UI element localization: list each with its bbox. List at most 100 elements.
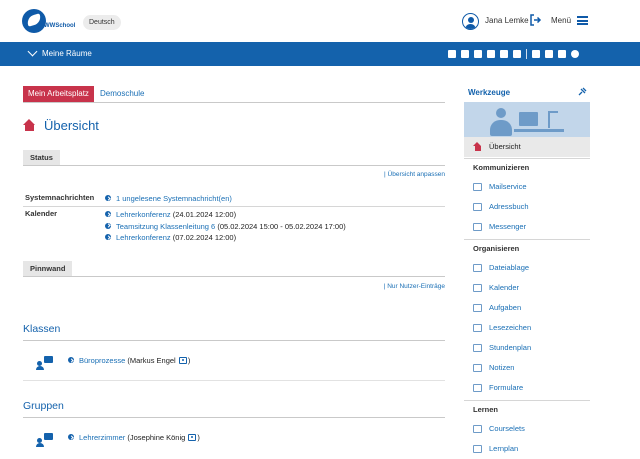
sidebar-item-tasks[interactable]: Aufgaben bbox=[464, 298, 590, 318]
enter-icon[interactable] bbox=[532, 50, 540, 58]
form-icon bbox=[473, 384, 482, 392]
sidebar-category-organize: Organisieren bbox=[464, 239, 590, 257]
wwschool-logo[interactable]: WWSchool bbox=[22, 9, 78, 35]
sidebar-item-notes[interactable]: Notizen bbox=[464, 358, 590, 378]
status-key: Kalender bbox=[25, 209, 58, 218]
my-rooms-toggle[interactable]: Meine Räume bbox=[42, 49, 92, 58]
arrow-icon bbox=[105, 222, 111, 229]
sidebar-item-timetable[interactable]: Stundenplan bbox=[464, 338, 590, 358]
folder-icon bbox=[473, 264, 482, 272]
hamburger-menu-icon[interactable] bbox=[577, 16, 588, 25]
language-selector[interactable]: Deutsch bbox=[83, 15, 121, 30]
note-icon bbox=[473, 364, 482, 372]
pencil-icon[interactable] bbox=[487, 50, 495, 58]
messenger-icon bbox=[473, 223, 482, 231]
page-title-text: Übersicht bbox=[44, 117, 99, 133]
sidebar-item-bookmarks[interactable]: Lesezeichen bbox=[464, 318, 590, 338]
sidebar-item-label: Stundenplan bbox=[489, 343, 532, 352]
page-title: Übersicht bbox=[23, 116, 99, 134]
calendar-event-link[interactable]: Lehrerkonferenz bbox=[116, 210, 171, 219]
home-icon bbox=[473, 142, 482, 151]
logo-circle-icon bbox=[22, 9, 46, 33]
top-header: WWSchool Deutsch Jana Lemke Menü bbox=[0, 0, 640, 42]
sidebar-item-label: Übersicht bbox=[489, 142, 521, 151]
sitemap-icon[interactable] bbox=[545, 50, 553, 58]
groups-title: Gruppen bbox=[23, 400, 64, 412]
sidebar-item-calendar[interactable]: Kalender bbox=[464, 278, 590, 298]
group-link[interactable]: Lehrerzimmer bbox=[79, 433, 125, 442]
sidebar-item-messenger[interactable]: Messenger bbox=[464, 217, 590, 237]
people-icon[interactable] bbox=[461, 50, 469, 58]
sidebar-item-mailservice[interactable]: Mailservice bbox=[464, 177, 590, 197]
arrow-icon bbox=[68, 357, 74, 363]
workplace-illustration bbox=[464, 102, 590, 142]
mail-icon[interactable] bbox=[474, 50, 482, 58]
arrow-icon bbox=[105, 234, 111, 240]
pinnwand-section-header: Pinnwand bbox=[23, 261, 445, 277]
class-owner: (Markus Engel bbox=[127, 356, 176, 365]
logo-text: WWSchool bbox=[44, 23, 76, 29]
menu-label[interactable]: Menü bbox=[551, 16, 571, 25]
event-date: (07.02.2024 12:00) bbox=[170, 233, 237, 242]
sidebar-item-courselets[interactable]: Courselets bbox=[464, 419, 590, 439]
contact-card-icon[interactable] bbox=[188, 434, 197, 441]
tools-sidebar: Werkzeuge Übersicht Kommunizieren Mailse… bbox=[464, 85, 590, 459]
help-icon[interactable] bbox=[571, 50, 579, 58]
sidebar-item-addressbook[interactable]: Adressbuch bbox=[464, 197, 590, 217]
closing-paren: ) bbox=[197, 433, 200, 442]
user-avatar-icon[interactable] bbox=[462, 13, 479, 30]
sidebar-item-label: Mailservice bbox=[489, 182, 527, 191]
bookmark-icon bbox=[473, 324, 482, 332]
checklist-icon bbox=[473, 304, 482, 312]
rooms-bar: Meine Räume bbox=[0, 42, 640, 66]
print-icon[interactable] bbox=[558, 50, 566, 58]
calendar-event-link[interactable]: Teamsitzung Klassenleitung 6 bbox=[116, 222, 215, 231]
calendar-icon bbox=[473, 284, 482, 292]
sidebar-item-overview[interactable]: Übersicht bbox=[464, 137, 590, 157]
sidebar-item-label: Messenger bbox=[489, 222, 527, 231]
courselet-icon bbox=[473, 425, 482, 433]
group-item: Lehrerzimmer (Josephine König ) bbox=[68, 433, 200, 442]
sidebar-item-learning-plan[interactable]: Lernplan bbox=[464, 439, 590, 459]
user-name[interactable]: Jana Lemke bbox=[485, 16, 529, 25]
bookmark-icon[interactable] bbox=[513, 50, 521, 58]
chevron-down-icon[interactable] bbox=[27, 46, 38, 57]
sidebar-item-label: Dateiablage bbox=[489, 263, 530, 272]
mail-icon bbox=[473, 183, 482, 191]
sidebar-item-files[interactable]: Dateiablage bbox=[464, 258, 590, 278]
user-entries-only-link[interactable]: Nur Nutzer-Einträge bbox=[384, 283, 445, 290]
status-key: Systemnachrichten bbox=[25, 193, 95, 202]
divider bbox=[23, 206, 445, 207]
logout-icon[interactable] bbox=[530, 14, 542, 26]
quick-icons bbox=[448, 49, 579, 59]
status-heading: Status bbox=[23, 150, 60, 165]
pin-icon[interactable] bbox=[578, 87, 587, 96]
tab-demoschule[interactable]: Demoschule bbox=[100, 86, 144, 102]
divider bbox=[23, 380, 445, 381]
sidebar-item-label: Adressbuch bbox=[489, 202, 529, 211]
class-link[interactable]: Büroprozesse bbox=[79, 356, 125, 365]
group-owner: (Josephine König bbox=[127, 433, 186, 442]
pin-icon[interactable] bbox=[448, 50, 456, 58]
event-date: (05.02.2024 15:00 - 05.02.2024 17:00) bbox=[215, 221, 346, 231]
customize-overview-link[interactable]: Übersicht anpassen bbox=[384, 171, 445, 178]
calendar-event-link[interactable]: Lehrerkonferenz bbox=[116, 233, 171, 242]
learning-plan-icon bbox=[473, 445, 482, 453]
sidebar-item-forms[interactable]: Formulare bbox=[464, 378, 590, 398]
tab-mein-arbeitsplatz[interactable]: Mein Arbeitsplatz bbox=[23, 86, 94, 102]
arrow-icon bbox=[68, 434, 74, 440]
home-icon bbox=[23, 119, 36, 131]
addressbook-icon bbox=[473, 203, 482, 211]
sidebar-category-learn: Lernen bbox=[464, 400, 590, 418]
pinnwand-heading: Pinnwand bbox=[23, 261, 73, 276]
classes-title: Klassen bbox=[23, 323, 61, 335]
tools-header: Werkzeuge bbox=[464, 85, 590, 101]
arrow-icon bbox=[105, 195, 111, 201]
divider bbox=[23, 417, 445, 418]
sidebar-item-label: Kalender bbox=[489, 283, 520, 292]
class-group-icon bbox=[36, 356, 54, 370]
system-message-link[interactable]: 1 ungelesene Systemnachricht(en) bbox=[116, 194, 232, 203]
status-section-header: Status bbox=[23, 150, 445, 166]
note-icon[interactable] bbox=[500, 50, 508, 58]
contact-card-icon[interactable] bbox=[178, 357, 187, 364]
